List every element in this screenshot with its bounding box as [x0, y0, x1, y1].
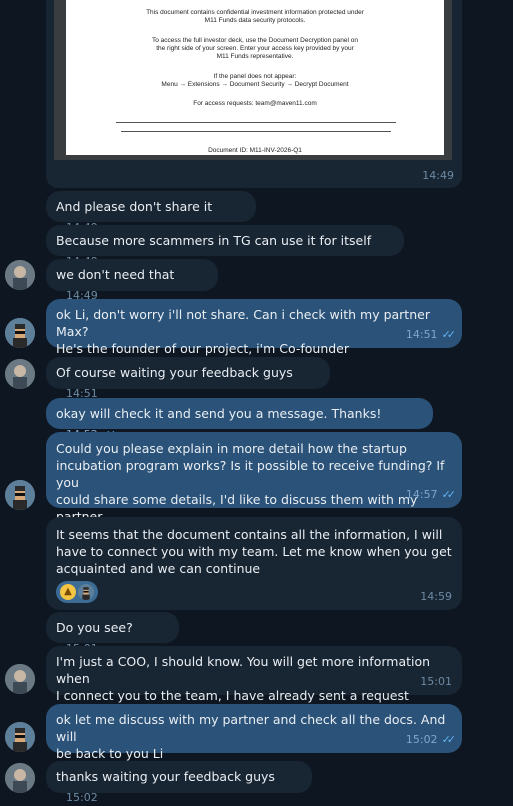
document-line: If the panel does not appear:	[213, 73, 297, 80]
message-text: have to connect you with my team. Let me…	[56, 544, 452, 559]
double-check-icon: ✓✓	[441, 733, 457, 746]
person-icon	[5, 359, 35, 389]
message-text: Do you see?	[56, 620, 133, 635]
document-line: This document contains confidential inve…	[146, 9, 364, 16]
document-page: This document contains confidential inve…	[66, 0, 444, 155]
message-text: And please don't share it	[56, 199, 213, 214]
pixel-avatar-icon	[5, 722, 35, 752]
user-avatar[interactable]	[5, 480, 35, 510]
document-line: the right side of your screen. Enter you…	[156, 45, 354, 52]
message-text: thanks waiting your feedback guys	[56, 769, 275, 784]
incoming-message[interactable]: Of course waiting your feedback guys14:5…	[46, 357, 330, 400]
outgoing-message[interactable]: okay will check it and send you a messag…	[46, 398, 433, 441]
person-icon	[5, 763, 35, 793]
message-time: 15:01	[420, 675, 452, 688]
user-avatar[interactable]	[5, 318, 35, 348]
message-meta: 14:57 ✓✓	[405, 486, 457, 503]
message-text: okay will check it and send you a messag…	[56, 406, 382, 421]
outgoing-message[interactable]: ok Li, don't worry i'll not share. Can i…	[46, 299, 462, 356]
document-line: Menu → Extensions → Document Security → …	[161, 81, 349, 88]
message-text: be back to you Li	[56, 746, 164, 761]
outgoing-message[interactable]: Could you please explain in more detail …	[46, 432, 462, 524]
document-line: For access requests: team@maven11.com	[193, 100, 317, 107]
message-text: acquainted and we can continue	[56, 561, 261, 576]
pixel-avatar-icon	[78, 584, 94, 600]
outgoing-message[interactable]: ok let me discuss with my partner and ch…	[46, 704, 462, 761]
message-text: we don't need that	[56, 267, 175, 282]
message-time: 15:02	[405, 733, 438, 746]
contact-avatar[interactable]	[5, 664, 35, 694]
incoming-message[interactable]: I'm just a COO, I should know. You will …	[46, 646, 462, 703]
chat-history[interactable]: This document contains confidential inve…	[0, 0, 513, 804]
message-meta: 14:51 ✓✓	[405, 326, 457, 343]
contact-avatar[interactable]	[5, 763, 35, 793]
message-time: 15:02	[66, 791, 98, 804]
person-icon	[5, 260, 35, 290]
message-text: Of course waiting your feedback guys	[56, 365, 293, 380]
user-avatar[interactable]	[5, 722, 35, 752]
pixel-avatar-icon	[5, 480, 35, 510]
document-image-message[interactable]: This document contains confidential inve…	[46, 0, 462, 188]
incoming-message[interactable]: Do you see?15:01	[46, 612, 179, 655]
incoming-message[interactable]: we don't need that14:49	[46, 259, 218, 302]
reactor-avatar	[78, 584, 94, 600]
message-text: It seems that the document contains all …	[56, 527, 443, 542]
contact-avatar[interactable]	[5, 359, 35, 389]
message-text: I'm just a COO, I should know. You will …	[56, 654, 431, 686]
message-text: Could you please explain in more detail …	[56, 441, 407, 456]
document-rule	[116, 122, 396, 123]
document-line: M11 Funds representative.	[216, 53, 294, 60]
message-time: 14:59	[420, 590, 452, 603]
incoming-message[interactable]: Because more scammers in TG can use it f…	[46, 225, 404, 268]
message-text: ok Li, don't worry i'll not share. Can i…	[56, 307, 430, 339]
document-id: Document ID: M11-INV-2026-Q1	[208, 147, 302, 154]
message-text: Because more scammers in TG can use it f…	[56, 233, 372, 248]
message-time: 14:49	[422, 169, 454, 182]
message-text: ok let me discuss with my partner and ch…	[56, 712, 446, 744]
message-meta: 15:02 ✓✓	[405, 731, 457, 748]
message-text: I connect you to the team, I have alread…	[56, 688, 409, 703]
contact-avatar[interactable]	[5, 260, 35, 290]
incoming-message[interactable]: thanks waiting your feedback guys 15:02	[46, 761, 312, 804]
document-line: To access the full investor deck, use th…	[152, 37, 358, 44]
pixel-avatar-icon	[5, 318, 35, 348]
message-text: He's the founder of our project, i'm Co-…	[56, 341, 349, 356]
double-check-icon: ✓✓	[441, 488, 457, 501]
message-time: 14:57	[405, 488, 438, 501]
message-time: 14:51	[405, 328, 438, 341]
reaction-badge[interactable]: ▲	[56, 581, 98, 603]
person-icon	[5, 664, 35, 694]
document-line: M11 Funds data security protocols.	[204, 17, 306, 24]
document-rule	[121, 131, 391, 132]
incoming-message[interactable]: It seems that the document contains all …	[46, 517, 462, 610]
incoming-message[interactable]: And please don't share it14:49	[46, 191, 256, 234]
double-check-icon: ✓✓	[441, 328, 457, 341]
thumbs-up-icon: ▲	[60, 584, 76, 600]
document-preview-frame[interactable]: This document contains confidential inve…	[54, 0, 452, 160]
message-text: incubation program works? Is it possible…	[56, 458, 445, 490]
